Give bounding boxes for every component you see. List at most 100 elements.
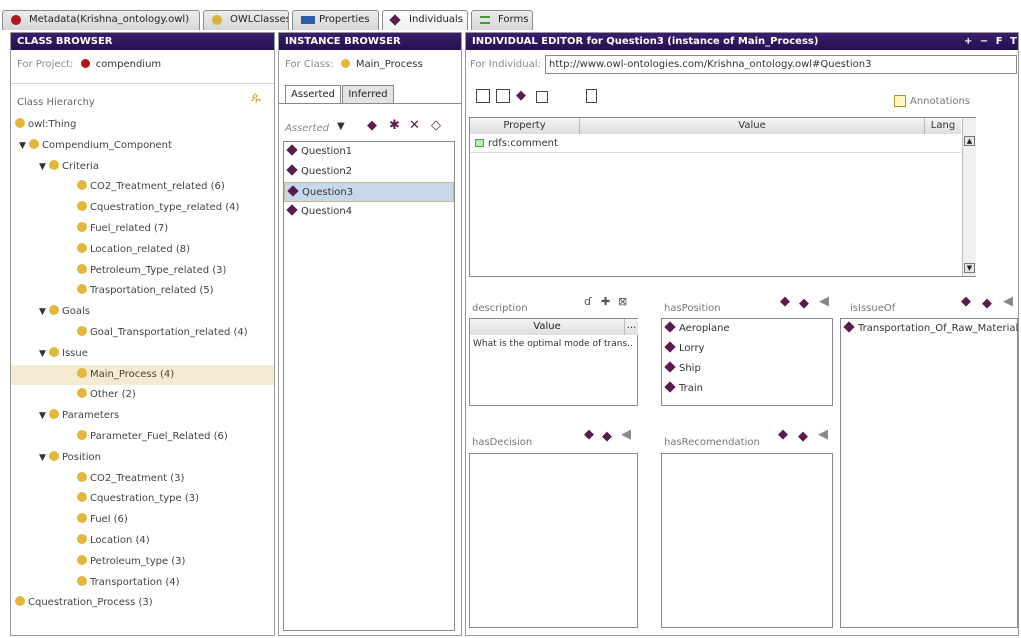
list-item[interactable]: Transportation_Of_Raw_Materials (841, 319, 1018, 339)
editor-title-controls[interactable]: + − F T (958, 33, 1018, 50)
tab-asserted[interactable]: Asserted (285, 85, 341, 103)
tree-item[interactable]: Petroleum_type (3) (11, 552, 274, 572)
tree-item[interactable]: Fuel (6) (11, 510, 274, 530)
tree-item[interactable]: CO2_Treatment_related (6) (11, 177, 274, 197)
create-instance-icon[interactable]: ◆ (367, 119, 377, 133)
expand-chevron-icon[interactable]: ▼ (39, 157, 49, 177)
col-lang[interactable]: Lang (925, 118, 961, 134)
class-icon (77, 284, 87, 295)
tree-item[interactable]: ▼ Issue (11, 344, 274, 364)
tree-item[interactable]: owl:Thing (11, 115, 274, 135)
expand-chevron-icon[interactable]: ▼ (39, 302, 49, 322)
annotations-icon[interactable] (894, 95, 906, 107)
tab-properties[interactable]: Properties (292, 10, 379, 30)
expand-chevron-icon[interactable]: ▼ (19, 136, 29, 156)
tree-item[interactable]: ▼ Goals (11, 302, 274, 322)
add-decision-icon[interactable]: ◆ (602, 430, 612, 444)
class-icon (29, 138, 39, 149)
add-issue-icon[interactable]: ◆ (982, 297, 992, 311)
tree-item[interactable]: Parameter_Fuel_Related (6) (11, 427, 274, 447)
tab-individuals[interactable]: Individuals (382, 10, 468, 30)
tree-item[interactable]: Transportation (4) (11, 573, 274, 593)
has-decision-list (469, 453, 638, 628)
view-document-icon[interactable] (586, 89, 597, 103)
class-icon (77, 367, 87, 378)
tree-item[interactable]: ▼ Criteria (11, 157, 274, 177)
remove-position-icon[interactable]: ◀ (819, 295, 829, 309)
tree-item[interactable]: CO2_Treatment (3) (11, 469, 274, 489)
tab-metadata[interactable]: Metadata(Krishna_ontology.owl) (2, 10, 200, 30)
list-item[interactable]: Ship (662, 359, 832, 379)
list-item[interactable]: Train (662, 379, 832, 399)
tree-item[interactable]: Cquestration_type_related (4) (11, 198, 274, 218)
edit-description-icon[interactable]: ɗ (584, 295, 592, 309)
expand-chevron-icon[interactable]: ▼ (39, 448, 49, 468)
create-decision-icon[interactable]: ◆ (584, 428, 594, 442)
new-property-icon[interactable] (476, 89, 490, 103)
instance-icon (286, 204, 298, 216)
add-position-icon[interactable]: ◆ (799, 297, 809, 311)
remove-description-icon[interactable]: ⊠ (618, 295, 627, 309)
scroll-down-icon[interactable]: ▼ (964, 263, 975, 273)
class-icon (77, 201, 87, 212)
create-position-icon[interactable]: ◆ (780, 295, 790, 309)
description-value[interactable]: What is the optimal mode of trans... (473, 337, 633, 351)
edit-property-icon[interactable] (496, 89, 510, 103)
list-item[interactable]: Question1 (284, 142, 454, 162)
add-description-icon[interactable]: ✚ (601, 295, 610, 309)
individual-uri-field[interactable]: http://www.owl-ontologies.com/Krishna_on… (545, 55, 1017, 74)
description-col-value[interactable]: Value (470, 319, 625, 335)
list-item[interactable]: Question4 (284, 202, 454, 222)
table-scrollbar[interactable]: ▲ ▼ (962, 118, 976, 276)
remove-issue-icon[interactable]: ◀ (1003, 295, 1013, 309)
add-value-icon[interactable]: ◆ (516, 89, 526, 103)
tree-item[interactable]: Location (4) (11, 531, 274, 551)
list-item[interactable]: Aeroplane (662, 319, 832, 339)
tree-item[interactable]: ▼ Parameters (11, 406, 274, 426)
tree-item[interactable]: Cquestration_type (3) (11, 489, 274, 509)
list-item[interactable]: Question3 (284, 182, 454, 202)
tree-item-label: Fuel_related (7) (90, 223, 169, 234)
tree-item[interactable]: Petroleum_Type_related (3) (11, 261, 274, 281)
property-table: Property Value Lang rdfs:comment ▲ ▼ (469, 117, 976, 277)
expand-chevron-icon[interactable]: ▼ (39, 344, 49, 364)
remove-recomendation-icon[interactable]: ◀ (818, 428, 828, 442)
table-row[interactable]: rdfs:comment (470, 135, 961, 153)
chevron-down-icon[interactable]: ▼ (337, 120, 345, 134)
instance-browser-panel: INSTANCE BROWSER For Class: Main_Process… (278, 32, 462, 636)
annotations-label[interactable]: Annotations (910, 96, 970, 107)
tree-item[interactable]: Fuel_related (7) (11, 219, 274, 239)
col-property[interactable]: Property (470, 118, 580, 134)
tree-item[interactable]: Location_related (8) (11, 240, 274, 260)
remove-value-icon[interactable] (536, 91, 548, 103)
remove-decision-icon[interactable]: ◀ (621, 428, 631, 442)
tab-owl-classes[interactable]: OWLClasses (203, 10, 289, 30)
list-item[interactable]: Lorry (662, 339, 832, 359)
tab-forms[interactable]: Forms (471, 10, 533, 30)
tree-item[interactable]: Trasportation_related (5) (11, 281, 274, 301)
is-issue-of-list: Transportation_Of_Raw_Materials (840, 318, 1018, 628)
tree-item[interactable]: Main_Process (4) (11, 364, 274, 385)
description-col-more[interactable]: ... (625, 319, 638, 335)
tab-label: Properties (319, 14, 370, 25)
add-recomendation-icon[interactable]: ◆ (798, 430, 808, 444)
col-value[interactable]: Value (580, 118, 925, 134)
tree-item[interactable]: Goal_Transportation_related (4) (11, 323, 274, 343)
list-item-label: Question2 (301, 166, 353, 177)
tab-inferred[interactable]: Inferred (342, 85, 394, 103)
find-class-icon[interactable]: ዹ (251, 91, 261, 105)
tree-item[interactable]: ▼ Position (11, 448, 274, 468)
create-recomendation-icon[interactable]: ◆ (778, 428, 788, 442)
add-instance-icon[interactable]: ✱ (389, 119, 400, 133)
scroll-up-icon[interactable]: ▲ (964, 136, 975, 146)
tree-item[interactable]: ▼ Compendium_Component (11, 136, 274, 156)
list-item[interactable]: Question2 (284, 162, 454, 182)
project-icon (80, 59, 90, 68)
tree-item-label: CO2_Treatment (3) (90, 472, 185, 484)
tree-item[interactable]: Cquestration_Process (3) (11, 593, 274, 613)
copy-instance-icon[interactable]: ◇ (431, 119, 441, 133)
create-issue-icon[interactable]: ◆ (961, 295, 971, 309)
delete-instance-icon[interactable]: ✕ (409, 119, 420, 133)
tree-item[interactable]: Other (2) (11, 385, 274, 405)
expand-chevron-icon[interactable]: ▼ (39, 406, 49, 426)
